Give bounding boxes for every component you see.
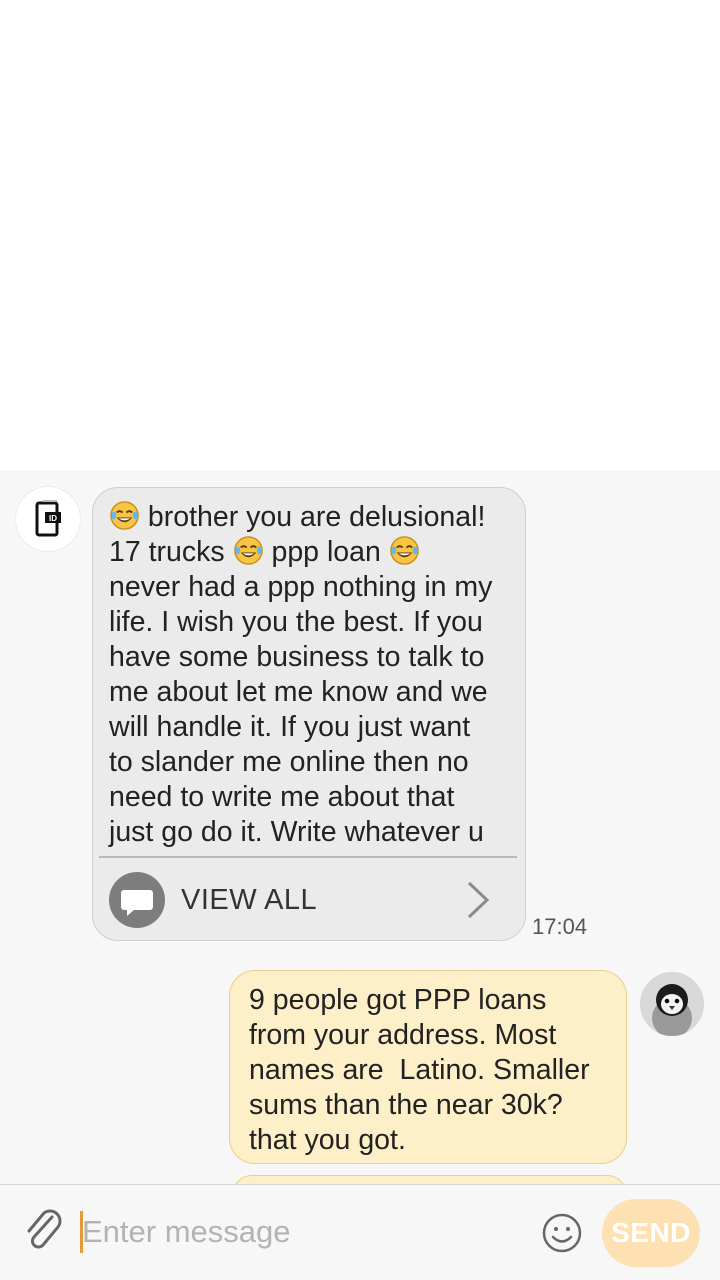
message-body: never had a ppp nothing in my life. I wi… bbox=[109, 571, 493, 848]
paperclip-icon[interactable] bbox=[22, 1207, 68, 1259]
outgoing-message-text: 9 people got PPP loans from your address… bbox=[249, 984, 590, 1156]
empty-top-area bbox=[0, 0, 720, 470]
message-line-1: brother you are delusional! bbox=[147, 501, 486, 533]
message-input[interactable] bbox=[80, 1207, 522, 1257]
chevron-right-icon bbox=[467, 881, 490, 919]
tears-of-joy-emoji-icon bbox=[110, 501, 139, 530]
message-line-2b: ppp loan bbox=[271, 536, 381, 568]
message-timestamp: 17:04 bbox=[532, 914, 588, 939]
sender-avatar[interactable]: ID bbox=[16, 487, 80, 551]
tears-of-joy-emoji-icon bbox=[233, 536, 263, 565]
message-bubble-icon bbox=[109, 872, 165, 928]
message-line-2a: 17 trucks bbox=[109, 536, 225, 568]
view-all-label: VIEW ALL bbox=[181, 884, 318, 916]
outgoing-message-bubble[interactable]: 9 people got PPP loans from your address… bbox=[229, 970, 627, 1164]
view-all-button[interactable]: VIEW ALL bbox=[93, 858, 525, 940]
send-button[interactable]: SEND bbox=[602, 1199, 700, 1267]
smiley-icon[interactable] bbox=[540, 1211, 584, 1255]
penguin-avatar-icon bbox=[640, 972, 704, 1036]
svg-text:ID: ID bbox=[49, 514, 57, 523]
message-composer: SEND bbox=[0, 1184, 720, 1280]
my-avatar[interactable] bbox=[640, 972, 704, 1036]
tears-of-joy-emoji-icon bbox=[389, 536, 419, 565]
incoming-message-text: brother you are delusional! 17 trucks pp… bbox=[109, 500, 513, 850]
incoming-message-bubble[interactable]: brother you are delusional! 17 trucks pp… bbox=[92, 487, 526, 941]
phone-app-logo-icon: ID bbox=[35, 500, 61, 537]
